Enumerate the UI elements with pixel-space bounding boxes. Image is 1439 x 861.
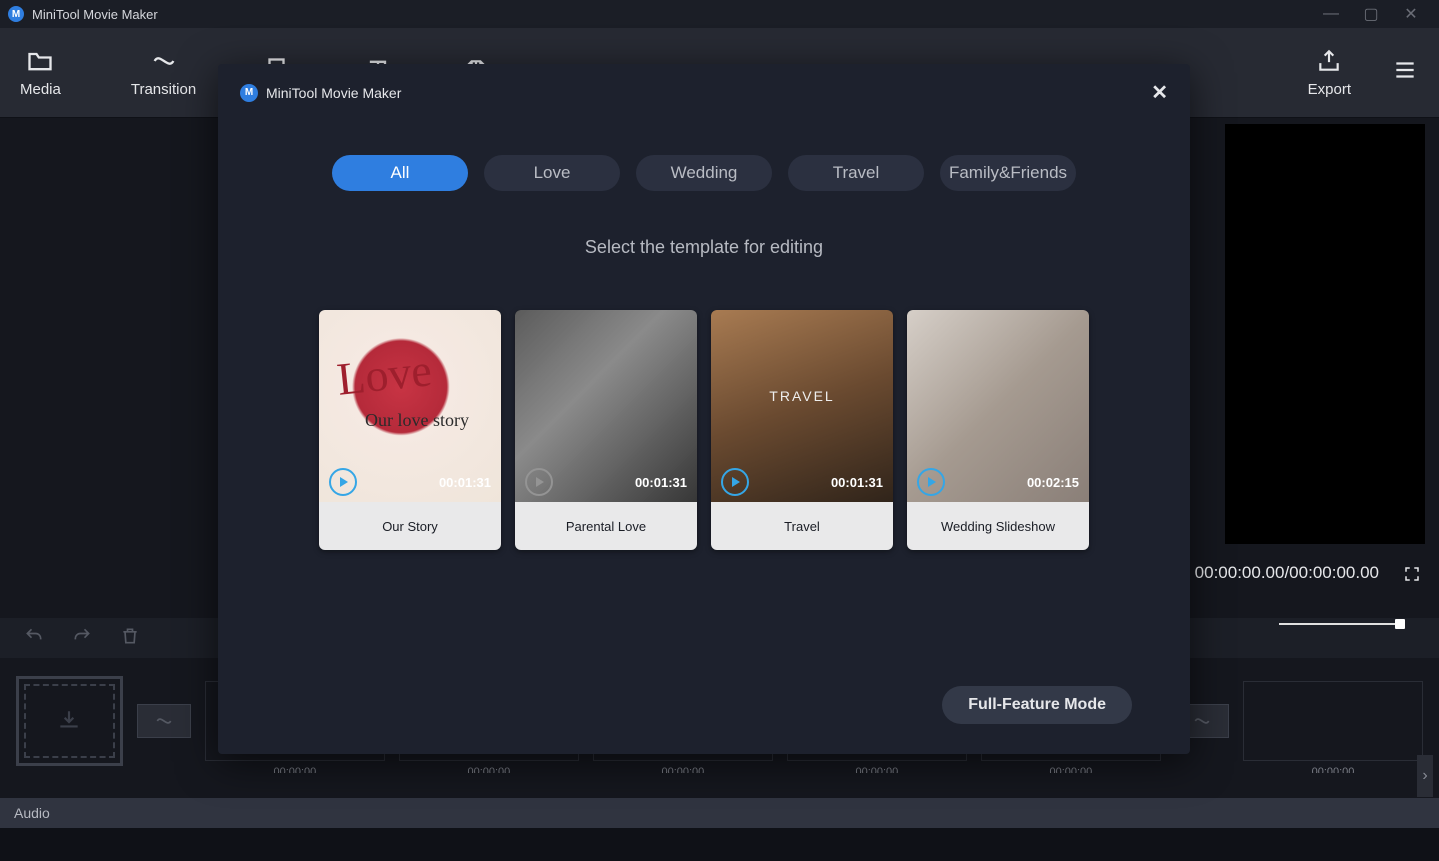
template-card[interactable]: 00:02:15 Wedding Slideshow	[907, 310, 1089, 550]
template-thumb: 00:01:31	[319, 310, 501, 502]
template-duration: 00:01:31	[635, 475, 687, 490]
app-logo-icon: M	[240, 84, 258, 102]
template-name: Our Story	[319, 502, 501, 550]
play-icon[interactable]	[329, 468, 357, 496]
template-thumb: 00:01:31	[711, 310, 893, 502]
play-icon[interactable]	[721, 468, 749, 496]
filter-family[interactable]: Family&Friends	[940, 155, 1076, 191]
template-thumb: 00:02:15	[907, 310, 1089, 502]
modal-close-button[interactable]: ✕	[1151, 80, 1168, 105]
modal-subtitle: Select the template for editing	[240, 237, 1168, 258]
template-name: Wedding Slideshow	[907, 502, 1089, 550]
filter-love[interactable]: Love	[484, 155, 620, 191]
filter-wedding[interactable]: Wedding	[636, 155, 772, 191]
play-icon[interactable]	[917, 468, 945, 496]
template-card[interactable]: 00:01:31 Travel	[711, 310, 893, 550]
template-modal: M MiniTool Movie Maker ✕ All Love Weddin…	[218, 64, 1190, 754]
template-duration: 00:02:15	[1027, 475, 1079, 490]
template-thumb: 00:01:31	[515, 310, 697, 502]
play-icon[interactable]	[525, 468, 553, 496]
template-card[interactable]: 00:01:31 Parental Love	[515, 310, 697, 550]
template-card[interactable]: 00:01:31 Our Story	[319, 310, 501, 550]
filter-tabs: All Love Wedding Travel Family&Friends	[240, 155, 1168, 191]
template-duration: 00:01:31	[439, 475, 491, 490]
filter-all[interactable]: All	[332, 155, 468, 191]
template-duration: 00:01:31	[831, 475, 883, 490]
template-name: Travel	[711, 502, 893, 550]
modal-header: M MiniTool Movie Maker ✕	[240, 80, 1168, 105]
full-feature-button[interactable]: Full-Feature Mode	[942, 686, 1132, 724]
filter-travel[interactable]: Travel	[788, 155, 924, 191]
template-name: Parental Love	[515, 502, 697, 550]
template-grid: 00:01:31 Our Story 00:01:31 Parental Lov…	[240, 310, 1168, 550]
modal-title: MiniTool Movie Maker	[266, 85, 401, 101]
